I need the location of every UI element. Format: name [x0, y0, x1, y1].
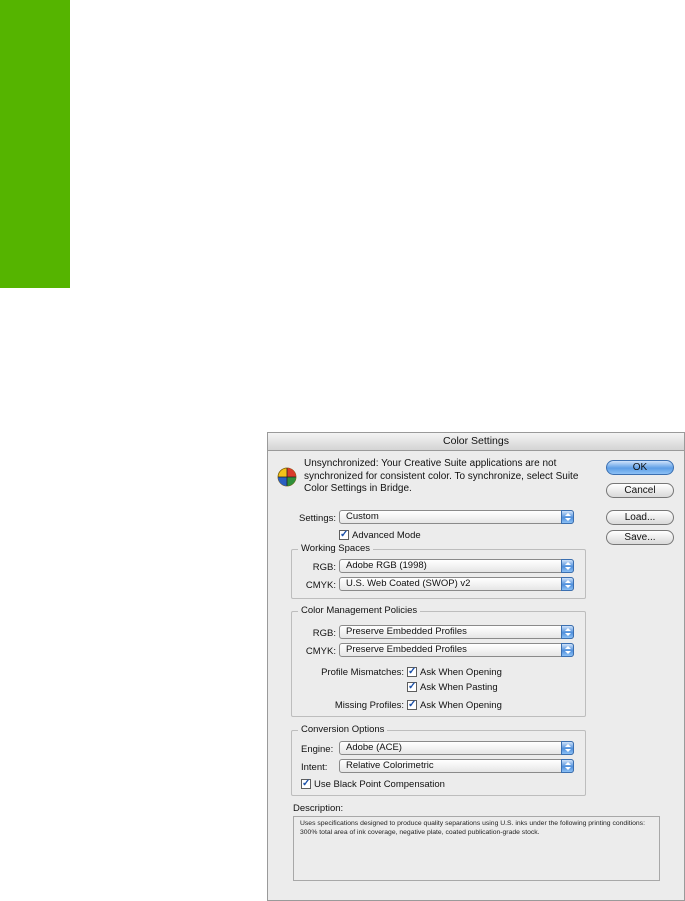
- ok-button[interactable]: OK: [606, 460, 674, 475]
- ws-cmyk-value: U.S. Web Coated (SWOP) v2: [346, 578, 471, 589]
- missing-profiles-label: Missing Profiles:: [334, 700, 404, 711]
- ws-rgb-value: Adobe RGB (1998): [346, 560, 427, 571]
- policy-cmyk-popup[interactable]: Preserve Embedded Profiles: [339, 643, 574, 657]
- policy-rgb-value: Preserve Embedded Profiles: [346, 626, 467, 637]
- working-spaces-group: [291, 549, 586, 599]
- ws-cmyk-popup[interactable]: U.S. Web Coated (SWOP) v2: [339, 577, 574, 591]
- intent-label: Intent:: [301, 762, 328, 773]
- settings-popup[interactable]: Custom: [339, 510, 574, 524]
- color-settings-dialog: Color Settings Unsynchronized: Your Crea…: [267, 432, 685, 901]
- ask-when-opening-checkbox[interactable]: ✓: [407, 667, 417, 677]
- popup-arrows-icon: [561, 510, 574, 524]
- policy-rgb-popup[interactable]: Preserve Embedded Profiles: [339, 625, 574, 639]
- color-sync-icon: [277, 467, 297, 487]
- engine-label: Engine:: [301, 744, 334, 755]
- advanced-mode-checkbox[interactable]: ✓: [339, 530, 349, 540]
- load-button[interactable]: Load...: [606, 510, 674, 525]
- save-button[interactable]: Save...: [606, 530, 674, 545]
- conversion-title: Conversion Options: [298, 724, 388, 735]
- missing-ask-when-opening-checkbox[interactable]: ✓: [407, 700, 417, 710]
- popup-arrows-icon: [561, 577, 574, 591]
- ask-when-pasting-label: Ask When Pasting: [420, 682, 498, 693]
- popup-arrows-icon: [561, 741, 574, 755]
- ask-when-opening-label: Ask When Opening: [420, 667, 502, 678]
- intent-value: Relative Colorimetric: [346, 760, 434, 771]
- black-point-compensation-label: Use Black Point Compensation: [314, 779, 445, 790]
- policies-title: Color Management Policies: [298, 605, 421, 616]
- engine-value: Adobe (ACE): [346, 742, 402, 753]
- advanced-mode-label: Advanced Mode: [352, 530, 421, 541]
- popup-arrows-icon: [561, 759, 574, 773]
- policy-rgb-label: RGB:: [312, 628, 336, 639]
- unsynchronized-message: Unsynchronized: Your Creative Suite appl…: [304, 458, 579, 494]
- description-text: Uses specifications designed to produce …: [300, 820, 645, 836]
- engine-popup[interactable]: Adobe (ACE): [339, 741, 574, 755]
- description-label: Description:: [293, 803, 344, 814]
- ws-rgb-popup[interactable]: Adobe RGB (1998): [339, 559, 574, 573]
- ws-rgb-label: RGB:: [312, 562, 336, 573]
- ask-when-pasting-checkbox[interactable]: ✓: [407, 682, 417, 692]
- popup-arrows-icon: [561, 559, 574, 573]
- intent-popup[interactable]: Relative Colorimetric: [339, 759, 574, 773]
- settings-value: Custom: [346, 511, 379, 522]
- policy-cmyk-value: Preserve Embedded Profiles: [346, 644, 467, 655]
- black-point-compensation-checkbox[interactable]: ✓: [301, 779, 311, 789]
- dialog-title: Color Settings: [268, 433, 684, 451]
- cancel-button[interactable]: Cancel: [606, 483, 674, 498]
- working-spaces-title: Working Spaces: [298, 543, 373, 554]
- policy-cmyk-label: CMYK:: [305, 646, 336, 657]
- settings-label: Settings:: [299, 513, 336, 524]
- popup-arrows-icon: [561, 643, 574, 657]
- ws-cmyk-label: CMYK:: [305, 580, 336, 591]
- accent-bar: [0, 0, 70, 288]
- profile-mismatches-label: Profile Mismatches:: [321, 667, 404, 678]
- popup-arrows-icon: [561, 625, 574, 639]
- missing-ask-when-opening-label: Ask When Opening: [420, 700, 502, 711]
